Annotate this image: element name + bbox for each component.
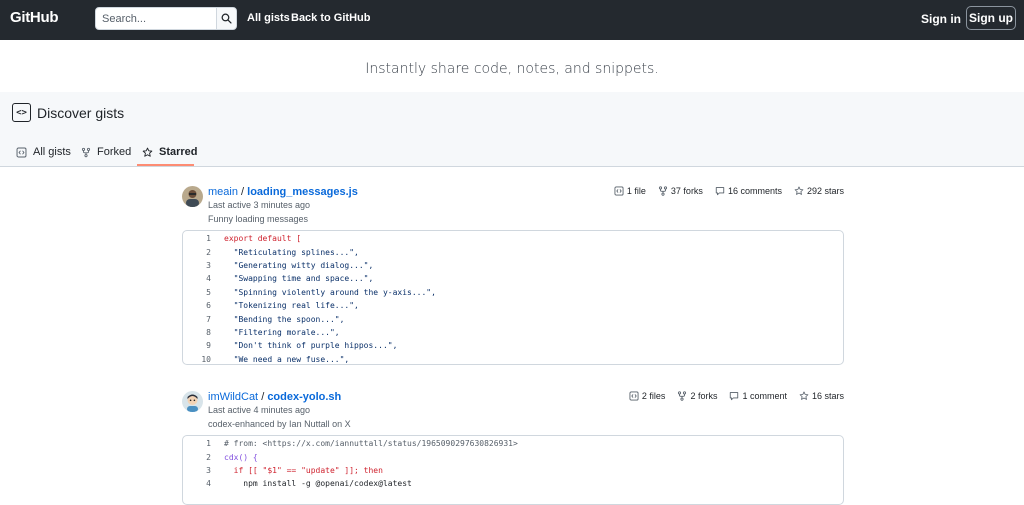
code-preview[interactable]: 1 export default [ 2 "Reticulating spline…	[182, 230, 844, 365]
code-square-icon	[16, 147, 27, 157]
hero-section: Instantly share code, notes, and snippet…	[0, 40, 1024, 167]
files-count: 1 file	[626, 186, 646, 196]
code-line: 8 "Filtering morale...",	[206, 327, 340, 337]
tab-label: Forked	[97, 146, 132, 158]
fork-icon	[678, 391, 687, 401]
code-line: 9 "Don't think of purple hippos...",	[206, 341, 398, 351]
code-line: 4 "Swapping time and space...",	[206, 274, 374, 284]
forks-count: 37 forks	[670, 186, 703, 196]
stars-count-link[interactable]: 16 stars	[799, 391, 844, 401]
last-active: Last active 4 minutes ago	[208, 405, 311, 415]
gist-owner-link[interactable]: meain	[208, 186, 238, 198]
tab-label: Starred	[159, 146, 198, 158]
code-line: 5 "Spinning violently around the y-axis.…	[206, 287, 436, 297]
star-icon	[794, 186, 804, 195]
files-count-link[interactable]: 1 file	[614, 186, 646, 196]
nav-back-to-github-link[interactable]: Back to GitHub	[291, 12, 370, 24]
gist-title: imWildCat / codex-yolo.sh	[208, 391, 351, 403]
files-count: 2 files	[641, 391, 666, 401]
gist-item: meain / loading_messages.js Last active …	[182, 186, 844, 366]
star-icon	[142, 147, 153, 157]
tagline-band: Instantly share code, notes, and snippet…	[0, 40, 1024, 92]
tab-forked[interactable]: Forked	[81, 146, 131, 158]
comments-count: 1 comment	[742, 391, 787, 401]
avatar[interactable]	[182, 391, 203, 412]
title-separator: /	[241, 186, 245, 198]
forks-count-link[interactable]: 2 forks	[677, 391, 717, 401]
code-preview[interactable]: 1 # from: <https://x.com/iannuttall/statu…	[182, 435, 844, 505]
code-line: 2 cdx() {	[206, 452, 258, 462]
forks-count: 2 forks	[690, 391, 718, 401]
code-line: 6 "Tokenizing real life...",	[206, 301, 359, 311]
github-gist-logo[interactable]: GitHub Gist	[10, 9, 223, 26]
active-tab-indicator	[137, 164, 194, 166]
sign-in-link[interactable]: Sign in	[921, 12, 961, 26]
search-icon	[221, 13, 232, 24]
gist-description: Funny loading messages	[208, 214, 309, 224]
gist-meta: imWildCat / codex-yolo.sh Last active 4 …	[208, 391, 351, 429]
gist-filename-link[interactable]: loading_messages.js	[247, 186, 358, 198]
code-line: 10 "We need a new fuse...",	[201, 354, 350, 364]
search-input[interactable]	[96, 8, 216, 29]
search-button[interactable]	[216, 8, 236, 29]
top-navigation-bar: GitHub Gist All gists Back to GitHub Sig…	[0, 0, 1024, 40]
gist-filename-link[interactable]: codex-yolo.sh	[267, 391, 341, 403]
gist-stats: 1 file 37 forks 16 comments 292 stars	[602, 186, 844, 196]
file-code-icon	[629, 391, 639, 401]
gist-title: meain / loading_messages.js	[208, 186, 358, 198]
logo-github-text: GitHub	[10, 9, 59, 26]
files-count-link[interactable]: 2 files	[629, 391, 666, 401]
code-line: 2 "Reticulating splines...",	[206, 247, 359, 257]
nav-all-gists-link[interactable]: All gists	[247, 12, 290, 24]
last-active: Last active 3 minutes ago	[208, 200, 311, 210]
sign-up-button[interactable]: Sign up	[966, 6, 1016, 30]
comment-icon	[715, 187, 725, 196]
comment-icon	[730, 392, 739, 401]
comments-count-link[interactable]: 16 comments	[715, 186, 782, 196]
fork-icon	[658, 186, 667, 196]
star-icon	[799, 391, 809, 400]
gist-owner-link[interactable]: imWildCat	[208, 391, 258, 403]
page-title: Discover gists	[37, 104, 125, 121]
code-line: 7 "Bending the spoon...",	[206, 314, 345, 324]
code-line: 4 npm install -g @openai/codex@latest	[206, 479, 412, 489]
search-box	[95, 7, 237, 30]
code-line: 1 # from: <https://x.com/iannuttall/statu…	[206, 439, 518, 449]
forks-count-link[interactable]: 37 forks	[658, 186, 703, 196]
title-separator: /	[261, 391, 265, 403]
code-line: 3 "Generating witty dialog...",	[206, 260, 374, 270]
code-line: 3 if [[ "$1" == "update" ]]; then	[206, 465, 383, 475]
tagline: Instantly share code, notes, and snippet…	[365, 61, 659, 77]
gist-meta: meain / loading_messages.js Last active …	[208, 186, 358, 224]
comments-count-link[interactable]: 1 comment	[729, 391, 787, 401]
stars-count: 292 stars	[806, 186, 844, 196]
comments-count: 16 comments	[727, 186, 782, 196]
code-square-icon: <>	[12, 103, 31, 122]
gist-item: imWildCat / codex-yolo.sh Last active 4 …	[182, 391, 844, 505]
code-line: 1 export default [	[206, 234, 302, 244]
tab-starred[interactable]: Starred	[142, 146, 198, 158]
avatar[interactable]	[182, 186, 203, 207]
discover-heading: <> Discover gists	[12, 103, 124, 122]
stars-count-link[interactable]: 292 stars	[794, 186, 844, 196]
gist-stats: 2 files 2 forks 1 comment 16 stars	[617, 391, 844, 401]
stars-count: 16 stars	[811, 391, 844, 401]
fork-icon	[81, 147, 91, 157]
gist-description: codex-enhanced by Ian Nuttall on X	[208, 419, 351, 429]
tab-label: All gists	[33, 146, 71, 158]
file-code-icon	[614, 186, 624, 196]
tab-all-gists[interactable]: All gists	[16, 146, 71, 158]
